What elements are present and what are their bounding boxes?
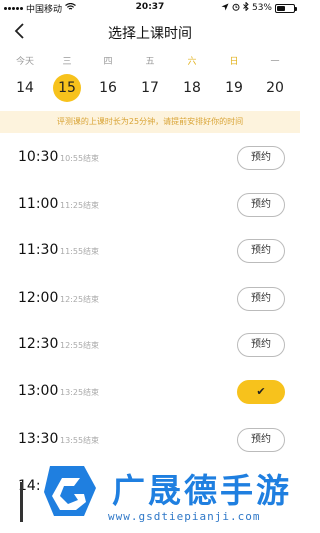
slot-end-time: 10:55结束 xyxy=(60,154,100,163)
slot-end-time: 11:55结束 xyxy=(60,247,100,256)
date-item[interactable]: 14 xyxy=(11,74,39,102)
slot-end-time: 12:55结束 xyxy=(60,341,100,350)
page-title: 选择上课时间 xyxy=(108,26,192,42)
weekday-row: 今天 三 四 五 六 日 一 xyxy=(0,54,300,68)
weekday-label: 六 xyxy=(187,57,197,67)
book-button[interactable]: 预约 xyxy=(237,287,285,311)
date-item[interactable]: 18 xyxy=(178,74,206,102)
date-item[interactable]: 19 xyxy=(220,74,248,102)
weekday-label: 一 xyxy=(270,57,280,67)
status-bar: 中国移动 20:37 53% xyxy=(0,0,300,16)
battery-percent: 53% xyxy=(251,3,272,13)
watermark-url: www.gsdtiepianji.com xyxy=(108,510,261,523)
watermark: 广晟德手游 www.gsdtiepianji.com xyxy=(40,456,300,533)
book-button[interactable]: 预约 xyxy=(237,333,285,357)
time-slot-row: 11:00 11:25结束 预约 xyxy=(0,181,300,227)
slot-end-time: 13:25结束 xyxy=(60,388,100,397)
bluetooth-icon xyxy=(243,1,249,14)
slot-end-time: 11:25结束 xyxy=(60,201,100,210)
slot-start-time: 10:30 xyxy=(18,149,59,165)
slot-start-time: 12:00 xyxy=(18,290,59,306)
book-button[interactable]: 预约 xyxy=(237,428,285,452)
weekday-label: 日 xyxy=(229,57,239,67)
weekday-label: 五 xyxy=(145,57,155,67)
weekday-label: 三 xyxy=(62,57,72,67)
time-slot-row: 11:30 11:55结束 预约 xyxy=(0,227,300,273)
weekday-label: 四 xyxy=(103,57,113,67)
date-item[interactable]: 16 xyxy=(94,74,122,102)
alarm-icon xyxy=(232,3,240,14)
slot-start-time: 11:00 xyxy=(18,196,59,212)
location-icon xyxy=(221,3,229,14)
status-right: 53% xyxy=(221,1,297,14)
watermark-name: 广晟德手游 xyxy=(112,471,292,510)
booked-check-button[interactable]: ✔ xyxy=(237,380,285,404)
notice-banner: 评测课的上课时长为25分钟，请提前安排好你的时间 xyxy=(0,111,300,133)
nav-bar: 选择上课时间 xyxy=(0,16,300,46)
watermark-logo-icon xyxy=(44,466,96,516)
date-item-selected[interactable]: 15 xyxy=(53,74,81,102)
date-row: 14 15 16 17 18 19 20 xyxy=(0,74,300,102)
slot-start-time: 13:00 xyxy=(18,383,59,399)
battery-icon xyxy=(275,3,297,13)
slot-start-time: 12:30 xyxy=(18,336,59,352)
slot-start-time: 13:30 xyxy=(18,431,59,447)
slot-end-time: 12:25结束 xyxy=(60,295,100,304)
time-slot-row-selected: 13:00 13:25结束 ✔ xyxy=(0,368,300,414)
book-button[interactable]: 预约 xyxy=(237,239,285,263)
date-item[interactable]: 20 xyxy=(261,74,289,102)
date-item[interactable]: 17 xyxy=(136,74,164,102)
slot-start-time: 11:30 xyxy=(18,242,59,258)
book-button[interactable]: 预约 xyxy=(237,193,285,217)
time-slot-row: 12:00 12:25结束 预约 xyxy=(0,275,300,321)
time-slot-row: 12:30 12:55结束 预约 xyxy=(0,321,300,367)
book-button[interactable]: 预约 xyxy=(237,146,285,170)
weekday-label: 今天 xyxy=(15,57,34,67)
battery-level xyxy=(277,5,286,11)
time-slot-row: 10:30 10:55结束 预约 xyxy=(0,134,300,180)
slot-end-time: 13:55结束 xyxy=(60,436,100,445)
